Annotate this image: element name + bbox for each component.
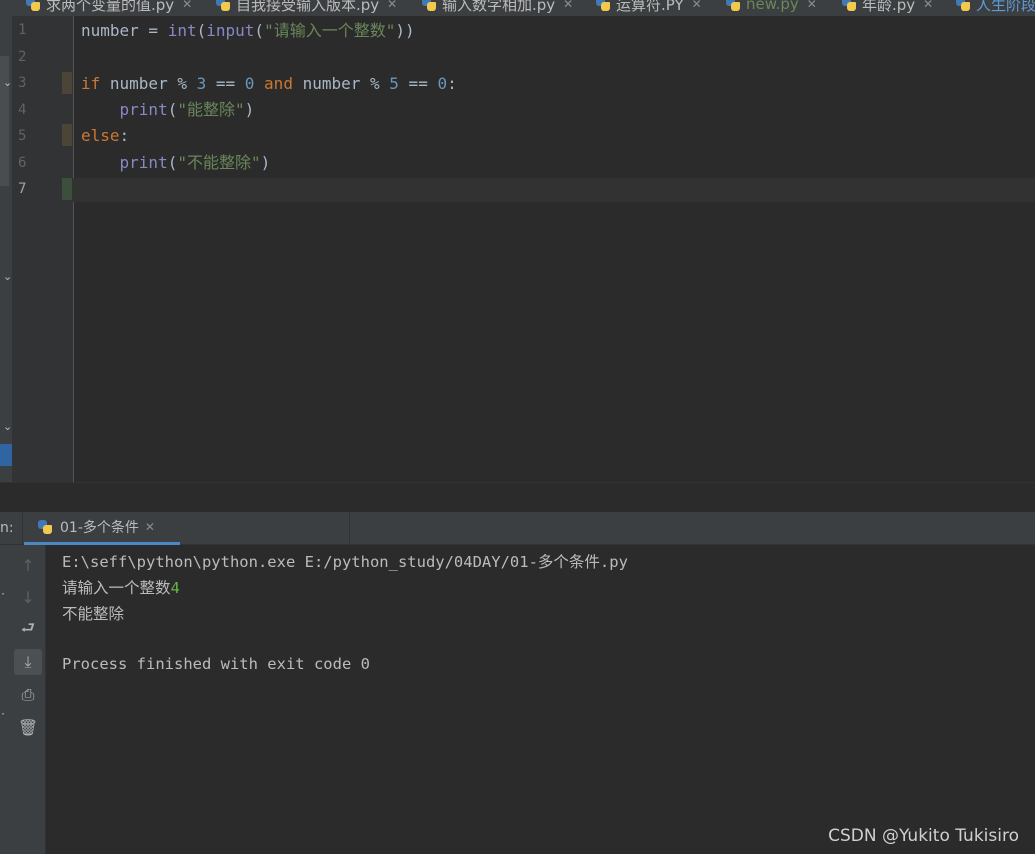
python-file-icon [26,0,40,11]
down-arrow-icon[interactable]: ↓ [14,584,42,610]
editor-tab-2[interactable]: 自我接受输入版本.py ✕ [216,0,397,16]
code-line-4: print("能整除") [119,100,255,119]
project-panel-edge: ⌄ ⌄ ⌄ [0,16,12,482]
trash-icon[interactable]: 🗑 [14,714,42,740]
soft-wrap-icon[interactable]: ⮐ [14,617,42,643]
tree-chevron-icon[interactable]: ⌄ [3,420,12,433]
editor-tab-5[interactable]: new.py ✕ [726,0,817,16]
python-file-icon [842,0,856,11]
tree-chevron-icon[interactable]: ⌄ [3,76,12,89]
close-icon[interactable]: ✕ [923,0,933,11]
line-number: 6 [18,155,27,171]
console-prompt: 请输入一个整数 [62,579,171,597]
editor-tab-3[interactable]: 输入数字相加.py ✕ [422,0,573,16]
line-number-current: 7 [18,181,27,197]
close-icon[interactable]: ✕ [807,0,817,11]
divider [349,512,350,545]
close-icon[interactable]: ✕ [563,0,573,11]
editor-tab-label: new.py [746,0,799,13]
divider [22,512,23,545]
side-mark: · [0,709,7,720]
run-label: n: [0,520,14,536]
python-file-icon [216,0,230,11]
editor-tab-label: 运算符.PY [616,0,684,14]
python-file-icon [596,0,610,11]
code-editor[interactable]: number = int(input("请输入一个整数")) if number… [73,16,1035,482]
tree-chevron-icon[interactable]: ⌄ [3,270,12,283]
run-toolbar: · · ↑ ↓ ⮐ ⤓ ⎙ 🗑 [0,545,46,854]
console-exit-line: Process finished with exit code 0 [62,655,370,673]
python-file-icon [956,0,970,11]
editor-tab-label: 人生阶段 [976,0,1035,14]
up-arrow-icon[interactable]: ↑ [14,552,42,578]
editor-tab-6[interactable]: 年龄.py ✕ [842,0,933,16]
code-line-1: number = int(input("请输入一个整数")) [81,21,415,40]
code-line-3: if number % 3 == 0 and number % 5 == 0: [81,74,457,93]
python-file-icon [422,0,436,11]
code-line-5: else: [81,126,130,145]
line-number: 3 [18,75,27,91]
console-user-input: 4 [170,579,180,597]
close-icon[interactable]: ✕ [692,0,702,11]
run-tool-window-header: n: 01-多个条件 ✕ [0,512,1035,545]
panel-splitter[interactable] [0,482,1035,512]
code-line-6: print("不能整除") [119,153,271,172]
close-icon[interactable]: ✕ [387,0,397,11]
editor-tab-label: 自我接受输入版本.py [236,0,380,14]
run-tab-label: 01-多个条件 [60,520,139,536]
line-number-gutter: 1 2 3 4 5 6 7 [12,16,74,482]
python-file-icon [38,520,52,534]
line-number: 2 [18,49,27,65]
editor-tab-4[interactable]: 运算符.PY ✕ [596,0,702,16]
selected-tree-item[interactable] [0,444,12,466]
line-number: 4 [18,102,27,118]
editor-tab-label: 输入数字相加.py [442,0,556,14]
line-number: 5 [18,128,27,144]
close-icon[interactable]: ✕ [145,520,155,534]
run-config-tab[interactable]: 01-多个条件 ✕ [24,512,180,545]
editor-tab-label: 求两个变量的值.py [46,0,175,14]
fold-marker[interactable] [62,72,72,94]
current-line-highlight [73,178,1035,202]
python-file-icon [726,0,740,11]
side-mark: · [0,589,7,600]
console-output[interactable]: E:\seff\python\python.exe E:/python_stud… [47,545,1035,854]
editor-tab-7[interactable]: 人生阶段 [956,0,1035,16]
editor-tab-label: 年龄.py [862,0,916,14]
console-prompt-line: 请输入一个整数4 [62,576,180,598]
editor-tab-1[interactable]: 求两个变量的值.py ✕ [26,0,192,16]
scroll-to-end-icon[interactable]: ⤓ [14,649,42,675]
console-result-line: 不能整除 [62,605,125,623]
line-number: 1 [18,22,27,38]
close-icon[interactable]: ✕ [182,0,192,11]
console-command-line: E:\seff\python\python.exe E:/python_stud… [62,553,628,571]
editor-tab-bar: 求两个变量的值.py ✕ 自我接受输入版本.py ✕ 输入数字相加.py ✕ 运… [0,0,1035,16]
print-icon[interactable]: ⎙ [14,682,42,708]
watermark: CSDN @Yukito Tukisiro [828,826,1019,846]
fold-marker[interactable] [62,124,72,146]
change-marker [62,178,72,200]
